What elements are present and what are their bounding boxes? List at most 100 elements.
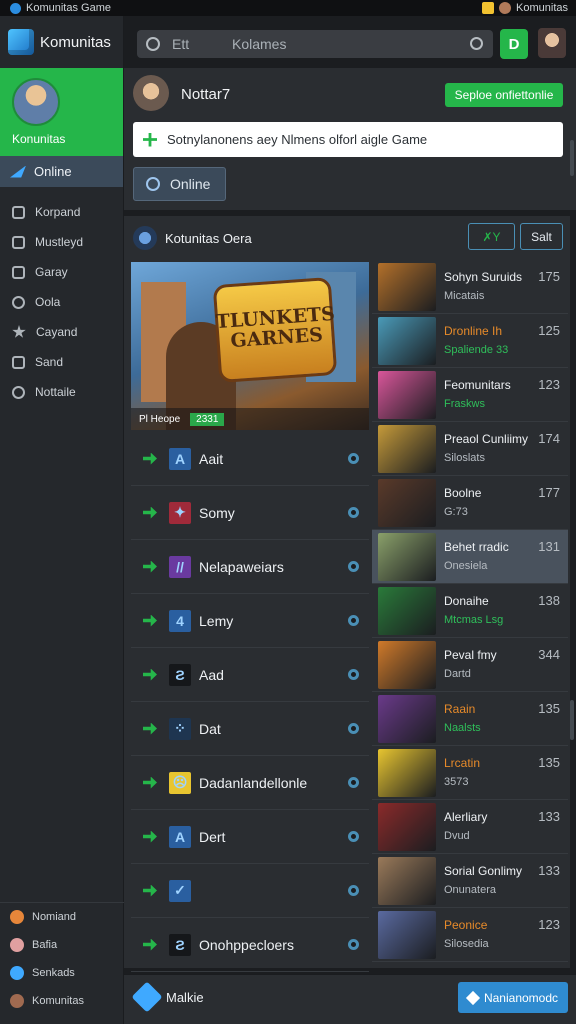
user-avatar[interactable] [538,28,566,58]
sidebar-bottom: Nomiand Bafia Senkads Komunitas [0,902,124,1015]
sidebar-item-sand[interactable]: Sand [0,347,123,377]
shield-icon [10,966,24,980]
game-row[interactable]: Dronline Ih Spaliende 33 125 [372,314,568,368]
green-arrow-icon [143,614,157,627]
game-row[interactable]: Sohyn Suruids Micatais 175 [372,260,568,314]
game-row[interactable]: Boolne G:73 177 [372,476,568,530]
status-ring-icon[interactable] [348,669,359,680]
game-thumbnail[interactable] [378,425,436,473]
scrollbar[interactable] [570,140,574,176]
chat-icon [12,235,25,249]
status-ring-icon[interactable] [348,723,359,734]
account-avatar-icon[interactable] [499,2,512,14]
cta-button[interactable]: Seploe onfiettonlie [445,83,563,107]
game-row[interactable]: Behet rradic Onesiela 131 [372,530,568,584]
status-ring-icon[interactable] [348,939,359,950]
game-subtitle: Fraskws [444,398,485,410]
sidebar-item-cayand[interactable]: Cayand [0,317,123,347]
sidebar-bottom-item[interactable]: Senkads [0,959,124,987]
friend-row[interactable]: 4 Lemy [131,594,369,648]
green-arrow-icon [143,560,157,573]
at-icon [12,295,25,309]
friend-row[interactable]: ✓ [131,864,369,918]
sidebar-item-korpand[interactable]: Korpand [0,197,123,227]
game-count: 123 [538,917,560,932]
game-row[interactable]: Sorial Gonlimy Onunatera 133 [372,854,568,908]
game-thumbnail[interactable] [378,479,436,527]
sidebar-bottom-item[interactable]: Komunitas [0,987,124,1015]
game-row[interactable]: Feomunitars Fraskws 123 [372,368,568,422]
sidebar-item-mustleyd[interactable]: Mustleyd [0,227,123,257]
game-thumbnail[interactable] [378,533,436,581]
friend-row[interactable]: ☹ Dadanlandellonle [131,756,369,810]
status-ring-icon[interactable] [348,561,359,572]
game-thumbnail[interactable] [378,587,436,635]
game-thumbnail[interactable] [378,803,436,851]
avatar-icon [10,994,24,1008]
bottom-action-button[interactable]: Nanianomodc [458,982,568,1013]
game-thumbnail[interactable] [378,317,436,365]
game-row[interactable]: Raain Naalsts 135 [372,692,568,746]
status-ring-icon[interactable] [348,453,359,464]
title-bar-account[interactable]: Komunitas [482,2,576,14]
bell-icon [12,385,25,399]
friend-row[interactable]: A Aait [131,432,369,486]
app-icon [10,2,21,14]
panel-salt-button[interactable]: Salt [520,223,563,250]
panel-action-button[interactable]: ✗Y [468,223,515,250]
game-row[interactable]: Donaihe Mtcmas Lsg 138 [372,584,568,638]
game-row[interactable]: Alerliary Dvud 133 [372,800,568,854]
notification-badge-icon[interactable] [482,2,495,14]
game-title: Sorial Gonlimy [444,864,523,878]
status-ring-icon[interactable] [348,831,359,842]
cube-logo-icon [8,29,34,55]
scrollbar[interactable] [570,700,574,740]
compose-field[interactable]: Sotnylanonens aey Nlmens olforl aigle Ga… [133,122,563,157]
status-ring-icon[interactable] [348,885,359,896]
game-row[interactable]: Peval fmy Dartd 344 [372,638,568,692]
sidebar-item-garay[interactable]: Garay [0,257,123,287]
friend-icon: ✦ [169,501,191,524]
post-avatar[interactable] [133,75,169,111]
game-count: 135 [538,701,560,716]
game-row[interactable]: Preaol Cunliimy Siloslats 174 [372,422,568,476]
game-title: Peval fmy [444,648,497,662]
friend-row[interactable]: ⁘ Dat [131,702,369,756]
sidebar-bottom-item[interactable]: Nomiand [0,903,124,931]
profile-card[interactable]: Konunitas [0,68,123,156]
search-icon [146,177,160,191]
search-value: Kolames [232,36,287,52]
brand[interactable]: Komunitas [0,16,123,68]
sidebar-bottom-label: Nomiand [32,911,77,923]
friend-row[interactable]: // Nelapaweiars [131,540,369,594]
game-thumbnail[interactable] [378,911,436,959]
game-row[interactable]: Lrcatin 3573 135 [372,746,568,800]
game-thumbnail[interactable] [378,641,436,689]
search-submit-icon[interactable] [470,37,483,50]
game-row[interactable]: Peonice Silosedia 123 [372,908,568,962]
sidebar-item-nottaile[interactable]: Nottaile [0,377,123,407]
game-title: Boolne [444,486,482,500]
game-thumbnail[interactable] [378,371,436,419]
status-ring-icon[interactable] [348,507,359,518]
status-ring-icon[interactable] [348,777,359,788]
game-thumbnail[interactable] [378,857,436,905]
sidebar-bottom-item[interactable]: Bafia [0,931,124,959]
green-arrow-icon [143,830,157,843]
featured-game-banner[interactable]: TLUNKETS GARNES Pl Heope 2331 [131,262,369,430]
sidebar-item-oola[interactable]: Oola [0,287,123,317]
search-input[interactable]: Ett Kolames [137,30,493,58]
friend-row[interactable]: Ƨ Onohppecloers [131,918,369,972]
online-filter-button[interactable]: Online [133,167,226,201]
friend-row[interactable]: Ƨ Aad [131,648,369,702]
friend-row[interactable]: A Dert [131,810,369,864]
game-thumbnail[interactable] [378,263,436,311]
brand-name: Komunitas [40,33,111,51]
sidebar-item-online[interactable]: Online [0,156,123,187]
status-ring-icon[interactable] [348,615,359,626]
go-button[interactable]: D [500,29,528,59]
profile-avatar[interactable] [12,78,60,126]
game-thumbnail[interactable] [378,749,436,797]
friend-row[interactable]: ✦ Somy [131,486,369,540]
game-thumbnail[interactable] [378,695,436,743]
